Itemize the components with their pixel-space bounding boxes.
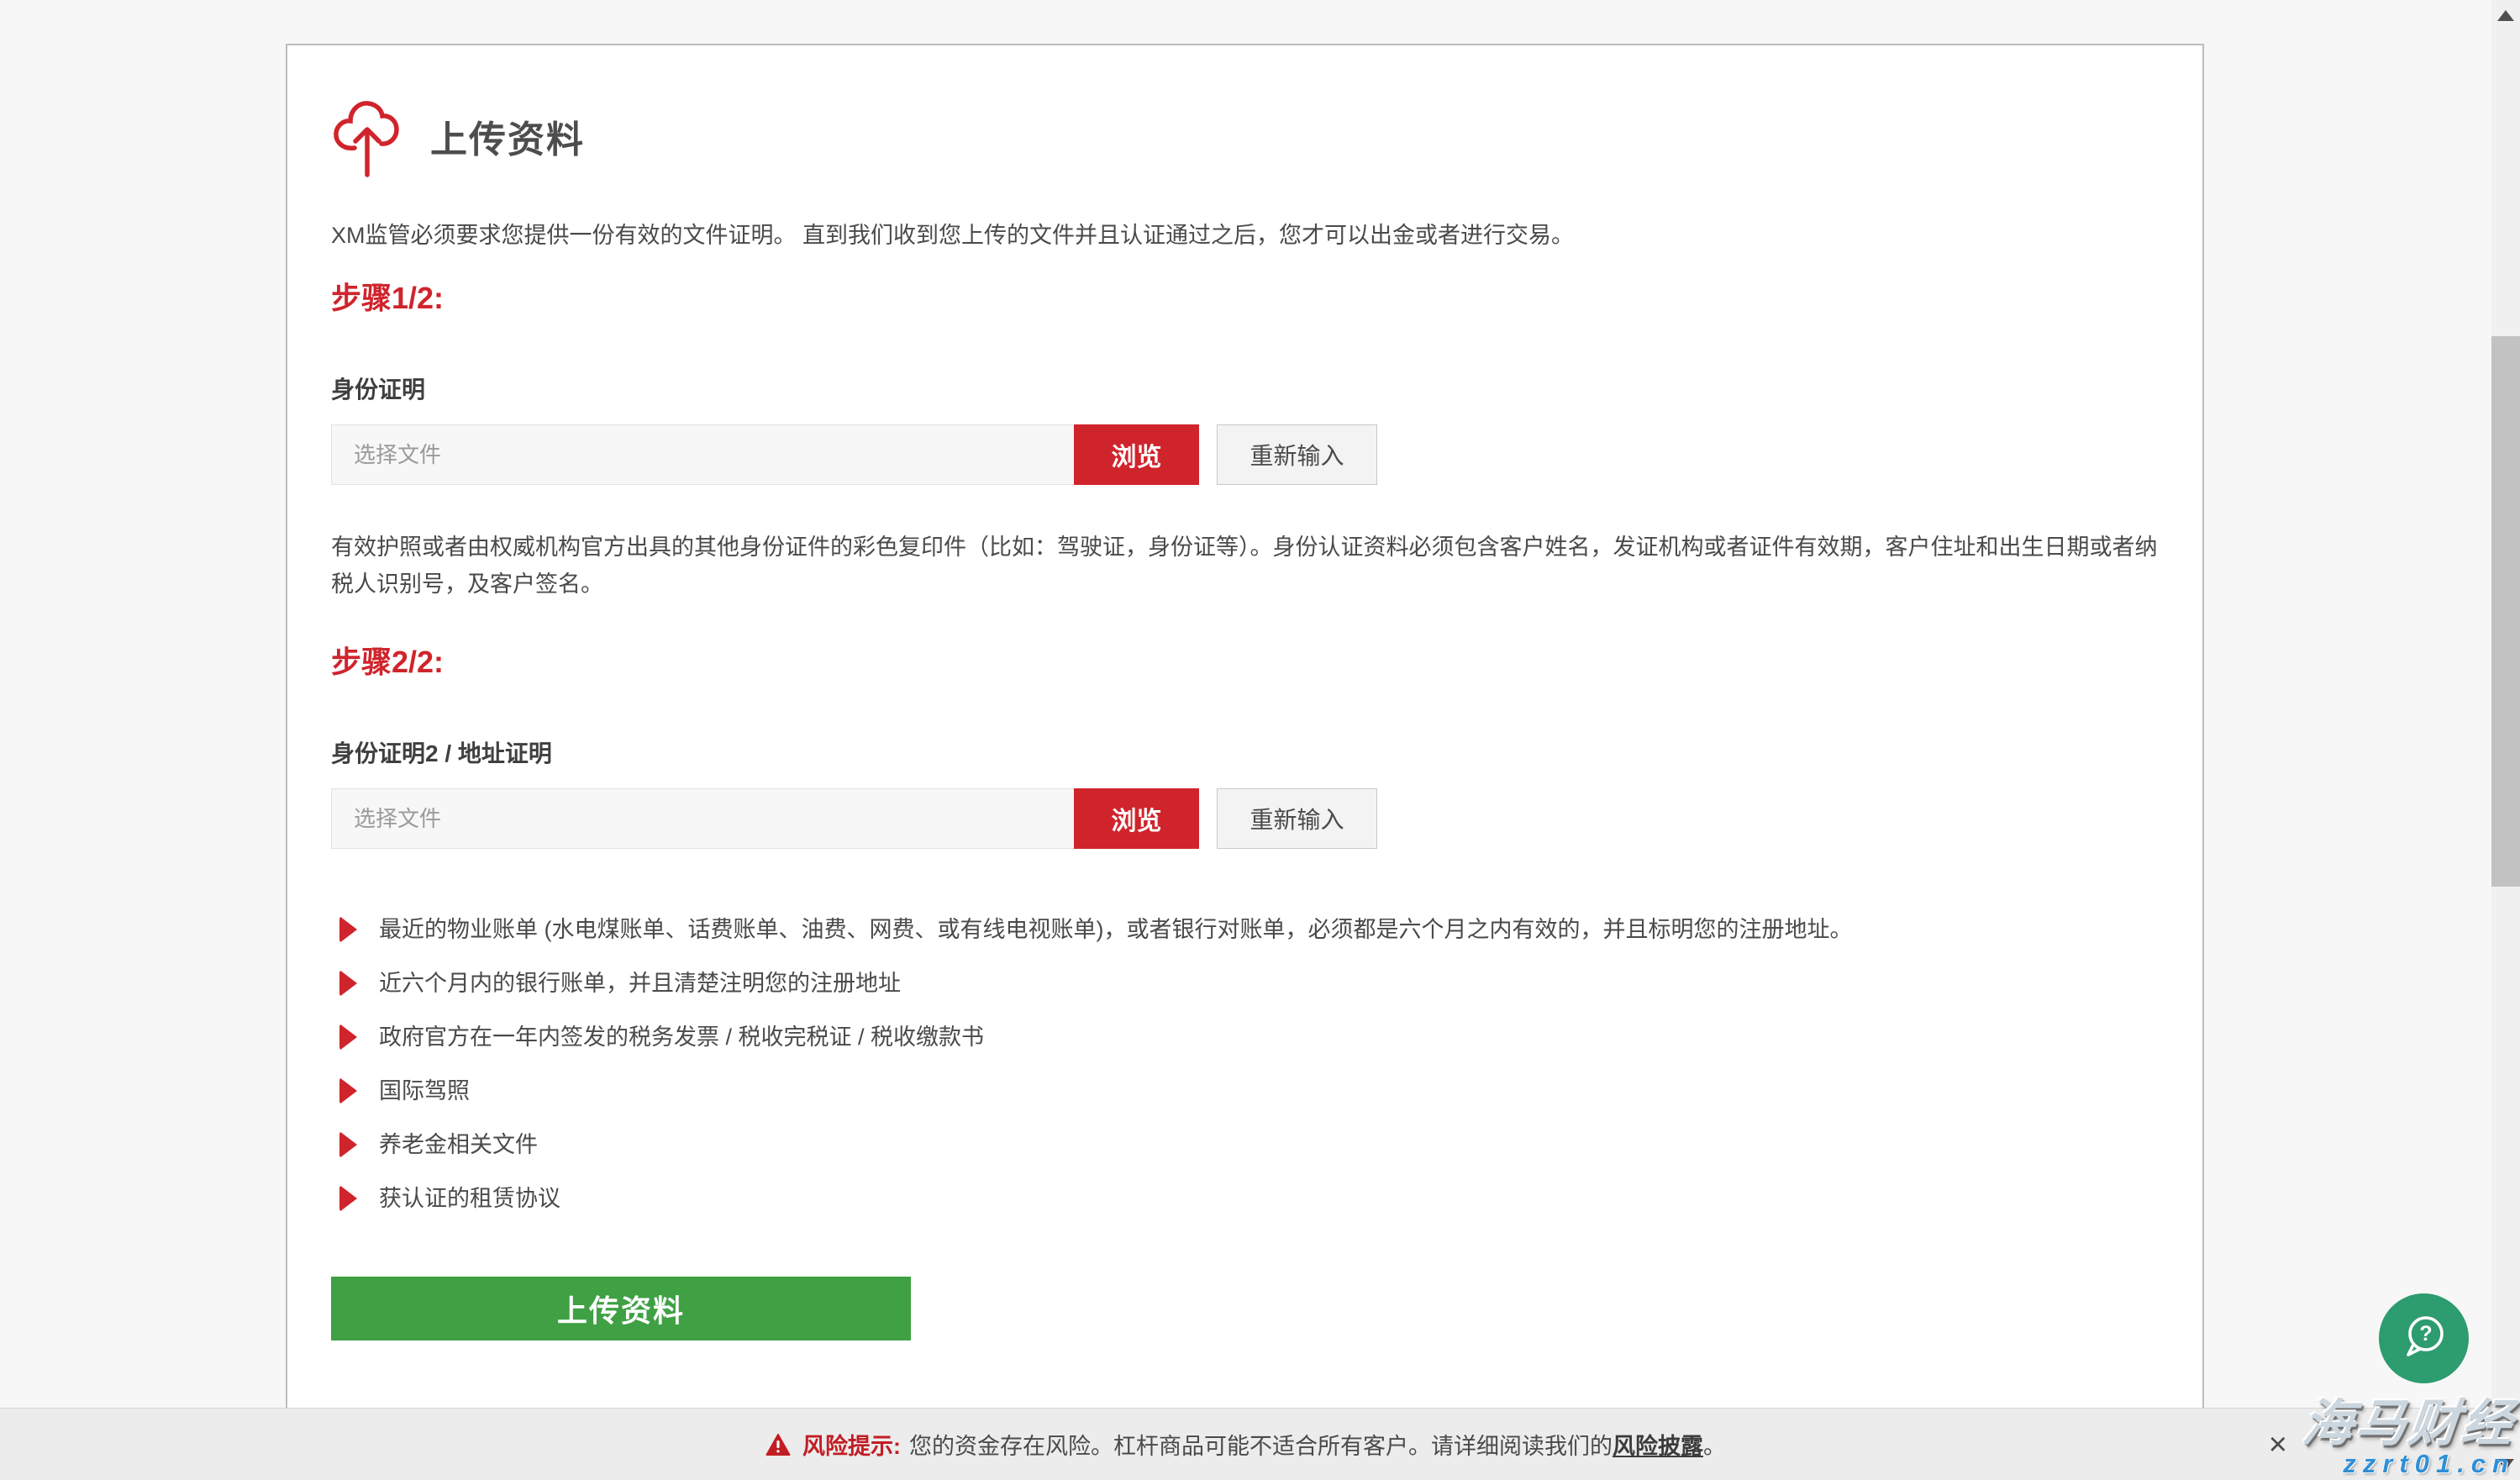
scrollbar-thumb[interactable] xyxy=(2491,336,2520,887)
step1-heading: 步骤1/2: xyxy=(331,274,2159,318)
step1-file-row: 浏览 重新输入 xyxy=(331,424,2159,485)
list-item: 获认证的租赁协议 xyxy=(331,1183,2159,1214)
requirement-text: 最近的物业账单 (水电煤账单、话费账单、油费、网费、或有线电视账单)，或者银行对… xyxy=(379,914,1852,945)
intro-text: XM监管必须要求您提供一份有效的文件证明。 直到我们收到您上传的文件并且认证通过… xyxy=(331,219,2159,252)
step1-file-input[interactable] xyxy=(331,424,1074,485)
list-item: 最近的物业账单 (水电煤账单、话费账单、油费、网费、或有线电视账单)，或者银行对… xyxy=(331,914,2159,945)
step2-heading: 步骤2/2: xyxy=(331,638,2159,682)
help-chat-button[interactable]: ? xyxy=(2379,1293,2469,1383)
upload-submit-button[interactable]: 上传资料 xyxy=(331,1277,911,1340)
upload-form-card: 上传资料 XM监管必须要求您提供一份有效的文件证明。 直到我们收到您上传的文件并… xyxy=(286,44,2204,1480)
bullet-arrow-icon xyxy=(339,1185,357,1212)
risk-warning-bar: 风险提示: 您的资金存在风险。杠杆商品可能不适合所有客户。请详细阅读我们的风险披… xyxy=(0,1408,2491,1480)
list-item: 近六个月内的银行账单，并且清楚注明您的注册地址 xyxy=(331,968,2159,999)
page-title: 上传资料 xyxy=(430,109,585,163)
risk-disclosure-link[interactable]: 风险披露 xyxy=(1612,1434,1703,1459)
requirement-text: 获认证的租赁协议 xyxy=(379,1183,560,1214)
requirement-text: 养老金相关文件 xyxy=(379,1130,538,1161)
page-scrollbar[interactable] xyxy=(2491,0,2520,1480)
step2-field-label: 身份证明2 / 地址证明 xyxy=(331,735,2159,769)
bullet-arrow-icon xyxy=(339,970,357,997)
bullet-arrow-icon xyxy=(339,916,357,943)
bullet-arrow-icon xyxy=(339,1131,357,1158)
requirement-text: 近六个月内的银行账单，并且清楚注明您的注册地址 xyxy=(379,968,901,999)
requirements-list: 最近的物业账单 (水电煤账单、话费账单、油费、网费、或有线电视账单)，或者银行对… xyxy=(331,914,2159,1214)
svg-text:?: ? xyxy=(2419,1322,2432,1346)
warning-triangle-icon xyxy=(765,1433,791,1456)
step1-browse-button[interactable]: 浏览 xyxy=(1074,424,1199,485)
page-header: 上传资料 xyxy=(331,92,2159,180)
step1-reset-button[interactable]: 重新输入 xyxy=(1217,424,1377,485)
risk-warning-label: 风险提示: xyxy=(802,1428,901,1461)
scroll-up-icon[interactable] xyxy=(2497,10,2514,21)
close-icon[interactable]: × xyxy=(2269,1429,2287,1461)
step2-file-row: 浏览 重新输入 xyxy=(331,788,2159,849)
upload-cloud-icon xyxy=(331,94,402,178)
bullet-arrow-icon xyxy=(339,1024,357,1051)
requirement-text: 国际驾照 xyxy=(379,1076,470,1107)
list-item: 政府官方在一年内签发的税务发票 / 税收完税证 / 税收缴款书 xyxy=(331,1022,2159,1053)
question-bubble-icon: ? xyxy=(2398,1310,2450,1367)
scroll-down-icon[interactable] xyxy=(2497,1459,2514,1470)
list-item: 养老金相关文件 xyxy=(331,1130,2159,1161)
step1-field-label: 身份证明 xyxy=(331,371,2159,405)
bullet-arrow-icon xyxy=(339,1077,357,1104)
step2-file-input[interactable] xyxy=(331,788,1074,849)
step2-browse-button[interactable]: 浏览 xyxy=(1074,788,1199,849)
risk-warning-text: 您的资金存在风险。杠杆商品可能不适合所有客户。请详细阅读我们的风险披露。 xyxy=(909,1428,1726,1461)
step1-note: 有效护照或者由权威机构官方出具的其他身份证件的彩色复印件（比如：驾驶证，身份证等… xyxy=(331,529,2159,603)
requirement-text: 政府官方在一年内签发的税务发票 / 税收完税证 / 税收缴款书 xyxy=(379,1022,984,1053)
step2-reset-button[interactable]: 重新输入 xyxy=(1217,788,1377,849)
list-item: 国际驾照 xyxy=(331,1076,2159,1107)
